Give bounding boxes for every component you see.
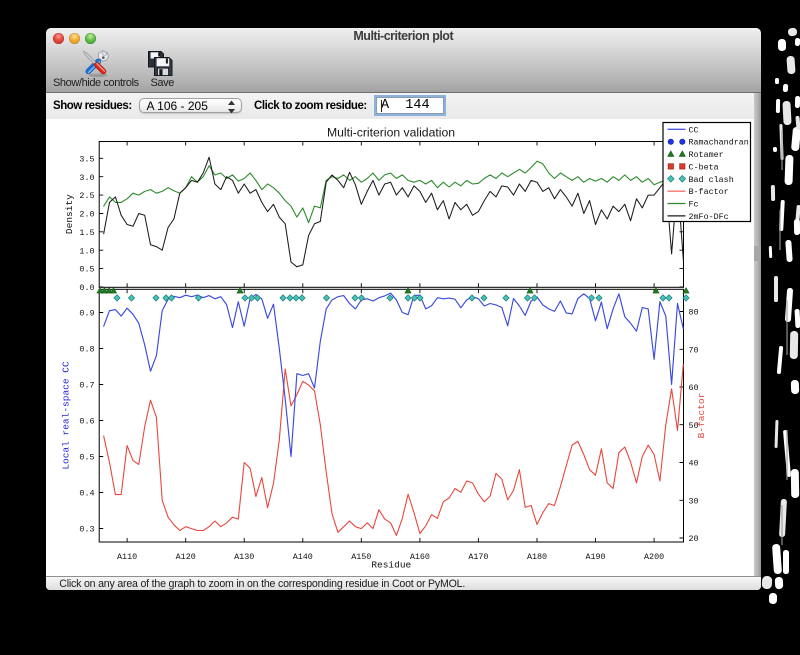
svg-text:B-factor: B-factor [689,187,729,197]
svg-text:60: 60 [689,383,699,393]
svg-text:Local real-space CC: Local real-space CC [61,361,72,470]
svg-text:0.8: 0.8 [79,345,94,355]
svg-text:A120: A120 [176,552,196,562]
svg-text:A160: A160 [410,552,430,562]
svg-text:0.3: 0.3 [79,525,94,535]
svg-text:Residue: Residue [371,560,411,571]
svg-text:2.5: 2.5 [79,191,94,201]
svg-text:Bad clash: Bad clash [689,175,734,185]
svg-text:A140: A140 [293,552,313,562]
svg-text:Density: Density [64,194,75,234]
svg-text:80: 80 [689,308,699,318]
svg-text:40: 40 [689,459,699,469]
svg-text:2.0: 2.0 [79,210,94,220]
svg-text:A130: A130 [234,552,254,562]
svg-text:B-factor: B-factor [696,393,707,439]
svg-text:A150: A150 [351,552,371,562]
svg-text:A180: A180 [527,552,547,562]
svg-text:A170: A170 [468,552,488,562]
svg-text:CC: CC [689,125,699,135]
svg-text:Multi-criterion validation: Multi-criterion validation [327,125,455,139]
svg-text:0.7: 0.7 [79,381,94,391]
svg-text:1.0: 1.0 [79,246,94,256]
svg-text:Fc: Fc [689,200,699,210]
svg-text:A190: A190 [585,552,605,562]
svg-text:1.5: 1.5 [79,228,94,238]
svg-text:30: 30 [689,496,699,506]
svg-text:Ramachandran: Ramachandran [689,138,749,148]
svg-text:0.9: 0.9 [79,309,94,319]
svg-text:0.5: 0.5 [79,453,94,463]
svg-text:70: 70 [689,345,699,355]
svg-text:0.0: 0.0 [79,283,94,293]
svg-text:A200: A200 [644,552,664,562]
svg-text:3.0: 3.0 [79,173,94,183]
svg-text:20: 20 [689,534,699,544]
svg-text:0.6: 0.6 [79,417,94,427]
svg-text:C-beta: C-beta [689,162,719,172]
svg-text:3.5: 3.5 [79,154,94,164]
svg-text:2mFo-DFc: 2mFo-DFc [689,212,729,222]
svg-text:0.5: 0.5 [79,265,94,275]
svg-text:A110: A110 [117,552,137,562]
svg-text:0.4: 0.4 [79,489,94,499]
svg-text:Rotamer: Rotamer [689,150,724,160]
